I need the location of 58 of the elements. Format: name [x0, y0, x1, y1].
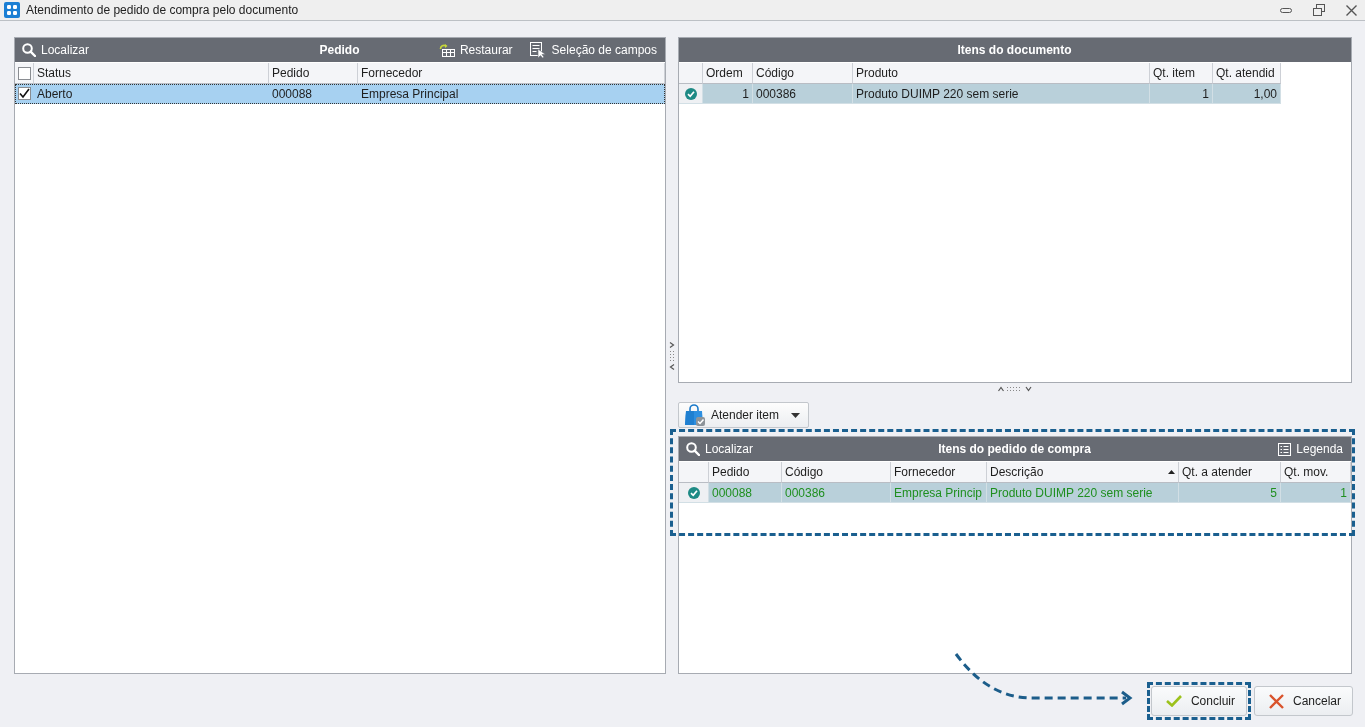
x-icon — [1268, 693, 1284, 709]
table-cell: 000088 — [709, 483, 782, 503]
close-icon[interactable] — [1346, 4, 1357, 16]
window-title: Atendimento de pedido de compra pelo documento — [26, 3, 299, 17]
table-cell: 1 — [1281, 483, 1351, 503]
table-cell: 000088 — [269, 84, 358, 104]
column-header[interactable]: Pedido — [269, 63, 358, 84]
table-cell: Produto DUIMP 220 sem serie — [853, 84, 1150, 104]
column-header[interactable]: Código — [753, 63, 853, 84]
table-cell: 000386 — [753, 84, 853, 104]
legend-button[interactable]: Legenda — [1278, 442, 1343, 456]
column-header[interactable]: Qt. a atender — [1179, 462, 1281, 483]
table-cell: Empresa Principal — [358, 84, 665, 104]
column-header[interactable]: Fornecedor — [358, 63, 665, 84]
table-cell: 1 — [1150, 84, 1213, 104]
checkbox[interactable] — [17, 87, 31, 100]
column-header[interactable]: Código — [782, 462, 891, 483]
table-row[interactable]: 1 000386 Produto DUIMP 220 sem serie 1 1,00 — [679, 84, 1281, 104]
column-header[interactable]: Qt. mov. — [1281, 462, 1351, 483]
table-cell: 000386 — [782, 483, 891, 503]
check-icon — [1165, 695, 1182, 707]
minimize-icon[interactable] — [1280, 7, 1292, 13]
panel-title: Pedido — [319, 43, 360, 57]
search-button[interactable]: Localizar — [686, 442, 754, 456]
column-header[interactable]: Produto — [853, 63, 1150, 84]
field-selection-button[interactable]: Seleção de campos — [529, 42, 657, 58]
column-header[interactable]: Qt. atendid — [1213, 63, 1281, 84]
table-icon — [438, 43, 455, 57]
attend-item-button[interactable]: Atender item — [678, 402, 810, 428]
field-list-icon — [529, 42, 547, 58]
table-cell: 1,00 — [1213, 84, 1281, 104]
table-cell: Empresa Princip — [891, 483, 987, 503]
table-cell: 1 — [703, 84, 753, 104]
column-header[interactable]: Qt. item — [1150, 63, 1213, 84]
table-cell: 5 — [1179, 483, 1281, 503]
restore-button[interactable]: Restaurar — [438, 43, 513, 57]
cancel-button[interactable]: Cancelar — [1253, 686, 1353, 716]
column-header[interactable]: Descrição — [987, 462, 1179, 483]
splitter-handle[interactable] — [998, 386, 1032, 392]
splitter-handle[interactable] — [669, 341, 675, 370]
panel-title: Itens do pedido de compra — [938, 442, 1091, 456]
restore-icon[interactable] — [1313, 4, 1325, 16]
bag-icon — [685, 404, 705, 426]
confirm-button[interactable]: Concluir — [1150, 686, 1247, 716]
column-header[interactable]: Ordem — [703, 63, 753, 84]
search-icon — [686, 442, 700, 456]
checkbox[interactable] — [17, 66, 31, 80]
column-header[interactable]: Status — [34, 63, 269, 84]
app-icon — [4, 2, 20, 18]
column-header[interactable]: Pedido — [709, 462, 782, 483]
search-button[interactable]: Localizar — [22, 43, 90, 57]
panel-title: Itens do documento — [957, 43, 1072, 57]
list-icon — [1278, 442, 1292, 456]
search-icon — [22, 43, 36, 57]
column-header[interactable]: Fornecedor — [891, 462, 987, 483]
table-cell: Aberto — [34, 84, 269, 104]
table-row[interactable]: Aberto 000088 Empresa Principal — [15, 84, 665, 104]
table-cell: Produto DUIMP 220 sem serie — [987, 483, 1179, 503]
